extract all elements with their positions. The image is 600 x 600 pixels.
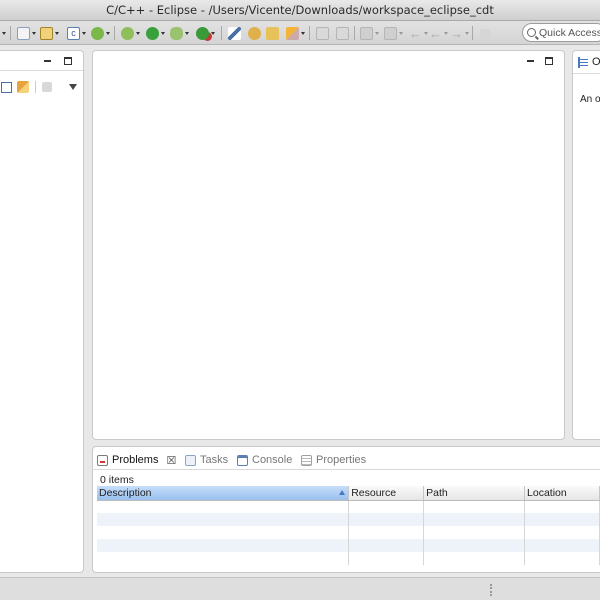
new-icon[interactable] <box>17 25 36 41</box>
last-edit-icon[interactable] <box>360 25 379 41</box>
new-class-icon[interactable]: c <box>67 25 86 41</box>
view-header <box>0 51 85 71</box>
properties-icon <box>301 454 312 466</box>
next-annotation-icon[interactable] <box>336 25 349 41</box>
tab-properties[interactable]: Properties <box>301 451 366 469</box>
sort-ascending-icon <box>339 490 346 495</box>
quick-access-field[interactable]: Quick Access <box>522 23 600 42</box>
outline-tab-label: O <box>592 56 600 68</box>
run-icon[interactable] <box>146 25 165 41</box>
tab-problems[interactable]: Problems ☒ <box>97 451 176 469</box>
prev-annotation-icon[interactable] <box>316 25 329 41</box>
status-bar <box>0 577 600 600</box>
editor-area[interactable] <box>92 50 565 440</box>
table-row <box>97 513 600 526</box>
window-title-bar: C/C++ - Eclipse - /Users/Vicente/Downloa… <box>0 0 600 21</box>
format-icon[interactable] <box>384 25 403 41</box>
divider <box>573 73 600 74</box>
column-header-location[interactable]: Location <box>524 486 600 501</box>
build-icon[interactable] <box>121 25 140 41</box>
divider <box>92 469 600 470</box>
close-icon[interactable]: ☒ <box>166 454 176 467</box>
pin-icon[interactable] <box>480 25 491 41</box>
magnifier-icon <box>527 28 536 37</box>
tab-console[interactable]: Console <box>237 451 292 469</box>
minimize-icon[interactable] <box>44 60 51 62</box>
toolbar-separator <box>221 26 222 40</box>
console-icon <box>237 454 248 466</box>
back-icon[interactable]: ← <box>409 25 428 41</box>
filter-icon[interactable] <box>42 82 52 92</box>
link-with-editor-icon[interactable] <box>17 81 29 93</box>
quick-access-placeholder: Quick Access <box>539 26 600 39</box>
window-title: C/C++ - Eclipse - /Users/Vicente/Downloa… <box>106 3 494 17</box>
table-row <box>97 552 600 565</box>
save-icon[interactable] <box>40 25 59 41</box>
outline-view: O An o <box>572 50 600 440</box>
outline-icon <box>578 56 588 68</box>
table-header-row: Description Resource Path Location <box>97 486 600 501</box>
tab-problems-label: Problems <box>112 454 159 466</box>
external-tools-icon[interactable] <box>196 25 215 41</box>
maximize-icon[interactable] <box>545 57 553 65</box>
tab-properties-label: Properties <box>316 454 367 466</box>
minimize-icon[interactable] <box>527 60 534 62</box>
outline-tab[interactable]: O <box>578 56 600 68</box>
table-row <box>97 539 600 552</box>
toolbar-separator <box>10 26 11 40</box>
tab-tasks[interactable]: Tasks <box>185 451 228 469</box>
forward-icon[interactable]: → <box>450 25 469 41</box>
toolbar-separator <box>472 26 473 40</box>
column-header-description[interactable]: Description <box>97 486 350 501</box>
new-dropdown-arrow[interactable] <box>0 25 6 41</box>
problems-icon <box>97 454 108 466</box>
debug-icon[interactable] <box>170 25 189 41</box>
new-source-icon[interactable] <box>91 25 110 41</box>
project-explorer-view <box>0 50 85 573</box>
collapse-all-icon[interactable] <box>1 81 12 93</box>
toolbar-separator <box>114 26 115 40</box>
status-bar-grip-icon[interactable] <box>490 584 492 596</box>
item-count: 0 items <box>100 474 134 486</box>
toolbar-separator <box>309 26 310 40</box>
back-history-icon[interactable]: ← <box>429 25 448 41</box>
toolbar-separator <box>35 81 36 93</box>
toolbar-separator <box>354 26 355 40</box>
open-folder-icon[interactable] <box>266 25 279 41</box>
search-icon[interactable] <box>286 25 305 41</box>
tab-tasks-label: Tasks <box>200 454 229 466</box>
view-toolbar <box>0 81 77 93</box>
view-menu-icon[interactable] <box>69 84 77 90</box>
tasks-icon <box>185 454 196 466</box>
maximize-icon[interactable] <box>64 57 72 65</box>
problems-table: Description Resource Path Location <box>97 486 600 565</box>
tab-console-label: Console <box>252 454 293 466</box>
open-type-icon[interactable] <box>248 25 261 41</box>
column-header-resource[interactable]: Resource <box>348 486 425 501</box>
main-toolbar: c ← ← → Quick Access <box>0 21 600 45</box>
pencil-icon[interactable] <box>228 25 241 41</box>
column-header-path[interactable]: Path <box>423 486 526 501</box>
table-row <box>97 500 600 513</box>
table-row <box>97 526 600 539</box>
outline-message: An o <box>580 94 600 105</box>
